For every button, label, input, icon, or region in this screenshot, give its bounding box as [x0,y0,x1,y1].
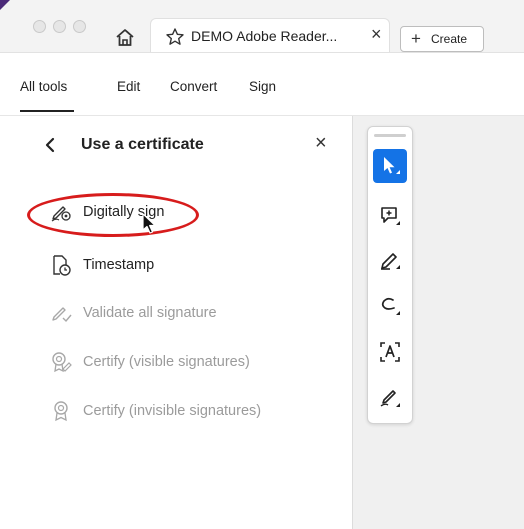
panel-item-label: Certify (invisible signatures) [83,403,262,419]
plus-icon: + [411,29,421,48]
corner-mark [0,0,10,10]
panel-item-label: Validate all signature [83,305,217,321]
certify-visible-icon [52,352,72,373]
certify-invisible-icon [54,401,68,422]
panel-title: Use a certificate [81,136,204,153]
timestamp-icon [53,255,71,276]
create-button[interactable]: + Create [400,26,484,52]
draw-button[interactable] [373,289,407,323]
highlight-pen-icon [381,253,400,270]
document-tab[interactable]: DEMO Adobe Reader... × [150,18,390,52]
validate-signature-icon [52,307,72,323]
mouse-cursor-icon [142,213,156,234]
panel-close-icon[interactable]: × [315,132,327,155]
fill-sign-icon [380,390,400,407]
text-recognition-icon [380,342,400,362]
menu-sign[interactable]: Sign [249,79,276,94]
text-recognition-button[interactable] [373,335,407,369]
back-chevron-icon[interactable] [42,137,58,153]
toolbar-drag-handle[interactable] [374,134,406,137]
menu-all-tools[interactable]: All tools [20,79,67,94]
home-icon[interactable] [112,25,138,51]
add-comment-button[interactable] [373,199,407,233]
quick-tools-toolbar [367,126,413,424]
menu-edit[interactable]: Edit [117,79,140,94]
active-menu-underline [20,110,74,112]
star-icon[interactable] [165,27,185,47]
highlight-ellipse [27,193,199,237]
window-minimize-button[interactable] [53,20,66,33]
add-comment-icon [381,207,400,225]
tab-close-icon[interactable]: × [371,24,382,45]
highlight-button[interactable] [373,243,407,277]
panel-item-label: Timestamp [83,257,155,273]
panel-item-label: Certify (visible signatures) [83,354,250,370]
menu-convert[interactable]: Convert [170,79,217,94]
create-button-label: Create [431,32,468,46]
select-tool-icon [384,157,400,174]
select-tool-button[interactable] [373,149,407,183]
fill-sign-button[interactable] [373,381,407,415]
tab-title: DEMO Adobe Reader... [191,28,338,44]
browser-titlebar: DEMO Adobe Reader... × + Create [0,0,524,53]
window-close-button[interactable] [33,20,46,33]
draw-freeform-icon [381,297,400,315]
window-zoom-button[interactable] [73,20,86,33]
menu-bar: All tools Edit Convert Sign [0,53,524,116]
